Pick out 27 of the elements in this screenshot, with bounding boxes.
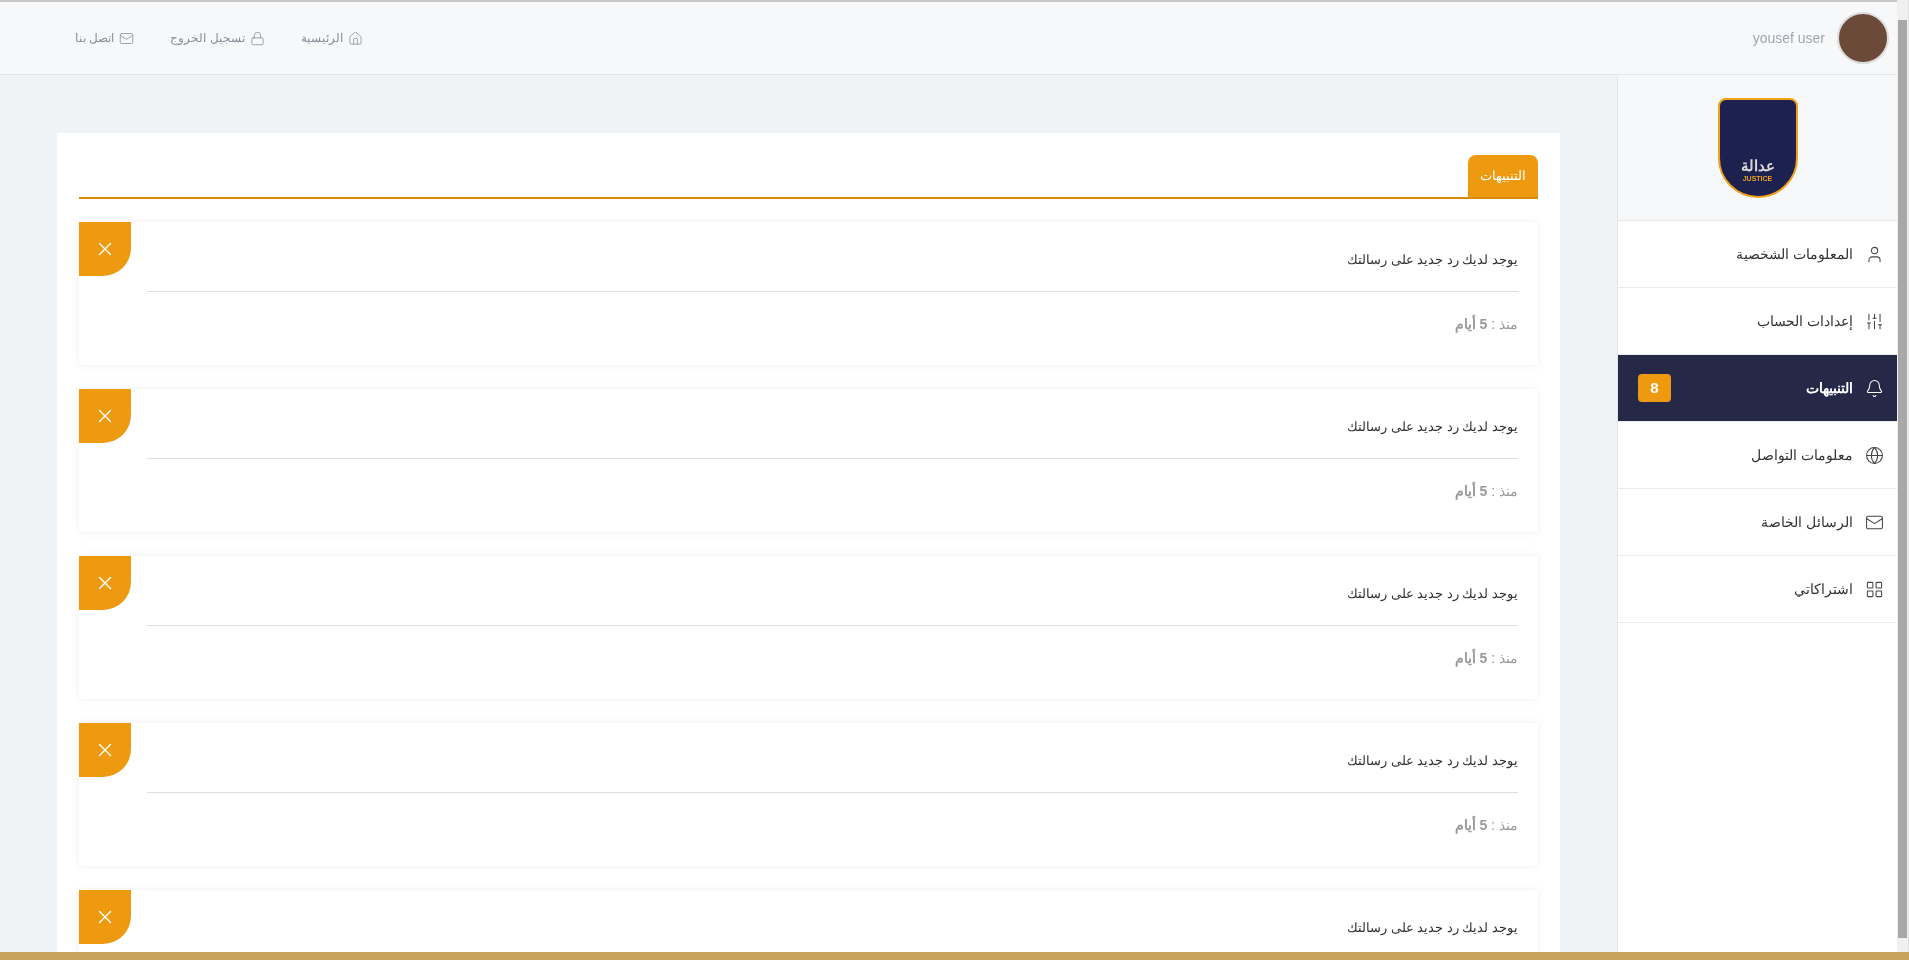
user-icon bbox=[1865, 244, 1884, 264]
close-button[interactable] bbox=[79, 556, 131, 610]
notification-time: منذ : 5 أيام bbox=[1453, 481, 1518, 502]
logo-name: عدالة bbox=[1740, 157, 1775, 173]
close-button[interactable] bbox=[79, 389, 131, 443]
bell-icon bbox=[1865, 378, 1884, 398]
notification-message: يوجد لديك رد جديد على رسالتك bbox=[1345, 752, 1518, 771]
home-icon bbox=[347, 30, 363, 46]
close-button[interactable] bbox=[79, 890, 131, 944]
lock-icon bbox=[249, 30, 265, 46]
notification-message: يوجد لديك رد جديد على رسالتك bbox=[1345, 585, 1518, 604]
globe-icon bbox=[1865, 445, 1884, 465]
count-badge: 8 bbox=[1638, 374, 1671, 402]
avatar[interactable] bbox=[1837, 12, 1889, 64]
envelope-icon bbox=[119, 30, 135, 46]
close-button[interactable] bbox=[79, 222, 131, 276]
scrollbar[interactable] bbox=[1897, 0, 1909, 952]
notification-time: منذ : 5 أيام bbox=[1453, 815, 1518, 836]
sliders-icon bbox=[1865, 311, 1884, 331]
notification-message: يوجد لديك رد جديد على رسالتك bbox=[1345, 919, 1518, 938]
scrollbar-thumb[interactable] bbox=[1898, 20, 1907, 938]
notification-message: يوجد لديك رد جديد على رسالتك bbox=[1345, 251, 1518, 270]
notification-message: يوجد لديك رد جديد على رسالتك bbox=[1345, 418, 1518, 437]
grid-icon bbox=[1865, 579, 1884, 599]
notification-time: منذ : 5 أيام bbox=[1453, 648, 1518, 669]
notification-time: منذ : 5 أيام bbox=[1453, 314, 1518, 335]
close-button[interactable] bbox=[79, 723, 131, 777]
